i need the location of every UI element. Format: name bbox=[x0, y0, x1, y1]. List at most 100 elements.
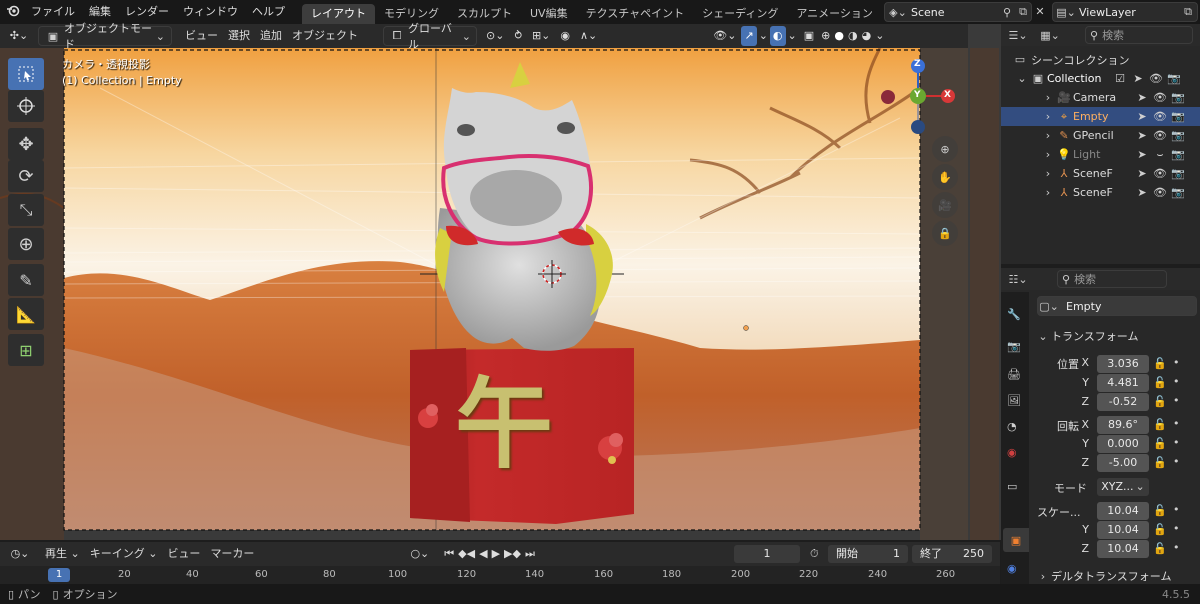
menu-view[interactable]: ビュー bbox=[180, 26, 223, 46]
orientation-dropdown[interactable]: ⧠ グローバル ⌄ bbox=[383, 22, 477, 51]
view-layer-tab-icon[interactable]: 🖼 bbox=[1007, 394, 1021, 407]
current-frame-marker[interactable]: 1 bbox=[48, 568, 70, 582]
lock-icon[interactable]: 🔓 bbox=[1153, 542, 1167, 555]
wireframe-shading-icon[interactable]: ⊕ bbox=[819, 26, 832, 46]
jump-end-icon[interactable]: ⏭ bbox=[523, 544, 537, 564]
start-frame-field[interactable]: 開始 1 bbox=[828, 545, 908, 563]
xray-icon[interactable]: ▣ bbox=[799, 26, 819, 46]
menu-help[interactable]: ヘルプ bbox=[245, 0, 292, 24]
menu-add[interactable]: 追加 bbox=[255, 26, 287, 46]
location-x-field[interactable]: 3.036 bbox=[1097, 355, 1149, 373]
zoom-button[interactable]: ⊕ bbox=[932, 136, 958, 162]
select-toggle-icon[interactable]: ➤ bbox=[1133, 167, 1151, 180]
tool-tab-icon[interactable]: 🔧 bbox=[1007, 308, 1021, 321]
render-camera-icon[interactable]: 📷 bbox=[1169, 91, 1187, 104]
select-toggle-icon[interactable]: ➤ bbox=[1129, 72, 1147, 85]
physics-tab-icon[interactable]: ◉ bbox=[1007, 562, 1017, 575]
proportional-edit-icon[interactable]: ◉ bbox=[555, 26, 575, 46]
scale-tool[interactable]: ⤡ bbox=[8, 194, 44, 226]
expand-icon[interactable]: ⌄ bbox=[1015, 72, 1029, 85]
lock-icon[interactable]: 🔓 bbox=[1153, 504, 1167, 517]
tab-texture-paint[interactable]: テクスチャペイント bbox=[577, 4, 694, 24]
render-tab-icon[interactable]: 📷 bbox=[1007, 340, 1021, 353]
gizmo-dropdown-icon[interactable]: ⌄ bbox=[757, 26, 770, 46]
move-tool[interactable]: ✥ bbox=[8, 128, 44, 160]
outliner-search[interactable]: ⚲ 検索 bbox=[1085, 26, 1193, 44]
add-cube-tool[interactable]: ⊞ bbox=[8, 334, 44, 366]
menu-object[interactable]: オブジェクト bbox=[287, 26, 363, 46]
keyframe-dot-icon[interactable]: • bbox=[1173, 356, 1180, 369]
lock-icon[interactable]: 🔓 bbox=[1153, 418, 1167, 431]
auto-keying-icon[interactable]: ○⌄ bbox=[405, 544, 434, 564]
expand-icon[interactable]: › bbox=[1041, 186, 1055, 199]
scene-collection-row[interactable]: ▭ シーンコレクション bbox=[1001, 50, 1200, 69]
expand-icon[interactable]: › bbox=[1041, 148, 1055, 161]
snap-icon[interactable]: ⥁ bbox=[509, 26, 527, 46]
world-tab-icon[interactable]: ◉ bbox=[1007, 446, 1017, 459]
render-camera-icon[interactable]: 📷 bbox=[1169, 186, 1187, 199]
jump-start-icon[interactable]: ⏮ bbox=[442, 544, 456, 564]
render-camera-icon[interactable]: 📷 bbox=[1169, 129, 1187, 142]
delete-scene-icon[interactable]: ✕ bbox=[1034, 5, 1046, 18]
snap-increment-icon[interactable]: ⊞⌄ bbox=[527, 26, 555, 46]
visibility-icon[interactable]: 👁⌄ bbox=[708, 26, 741, 46]
menu-select[interactable]: 選択 bbox=[223, 26, 255, 46]
location-z-field[interactable]: -0.52 bbox=[1097, 393, 1149, 411]
select-toggle-icon[interactable]: ➤ bbox=[1133, 129, 1151, 142]
keyframe-dot-icon[interactable]: • bbox=[1173, 394, 1180, 407]
overlay-dropdown-icon[interactable]: ⌄ bbox=[786, 26, 799, 46]
area-divider[interactable] bbox=[968, 24, 1001, 540]
select-toggle-icon[interactable]: ➤ bbox=[1133, 148, 1151, 161]
select-box-tool[interactable] bbox=[8, 58, 44, 90]
outliner-item-scene-1[interactable]: › ⅄ SceneF ➤ 👁 📷 bbox=[1001, 164, 1200, 183]
object-tab[interactable]: ▣ bbox=[1003, 528, 1029, 552]
object-name-field[interactable]: ▢⌄ Empty bbox=[1037, 296, 1197, 316]
render-camera-icon[interactable]: 📷 bbox=[1169, 148, 1187, 161]
expand-icon[interactable]: › bbox=[1041, 129, 1055, 142]
play-reverse-icon[interactable]: ◀ bbox=[477, 544, 489, 564]
outliner-item-gpencil[interactable]: › ✎ GPencil ➤ 👁 📷 bbox=[1001, 126, 1200, 145]
camera-view-button[interactable]: 🎥 bbox=[932, 192, 958, 218]
keyframe-dot-icon[interactable]: • bbox=[1173, 455, 1180, 468]
eye-icon[interactable]: 👁 bbox=[1147, 72, 1165, 85]
stopwatch-icon[interactable]: ⏱ bbox=[810, 547, 819, 561]
lock-icon[interactable]: 🔓 bbox=[1153, 376, 1167, 389]
timeline-type-icon[interactable]: ◷⌄ bbox=[0, 544, 40, 564]
scene-selector[interactable]: ◈⌄ Scene ⚲ ⧉ bbox=[884, 2, 1032, 22]
eye-icon[interactable]: 👁 bbox=[1151, 186, 1169, 199]
pivot-icon[interactable]: ⊙⌄ bbox=[481, 26, 509, 46]
outliner-item-scene-2[interactable]: › ⅄ SceneF ➤ 👁 📷 bbox=[1001, 183, 1200, 202]
annotate-tool[interactable]: ✎ bbox=[8, 264, 44, 296]
expand-icon[interactable]: › bbox=[1041, 110, 1055, 123]
collection-row[interactable]: ⌄ ▣ Collection ☑ ➤ 👁 📷 bbox=[1001, 69, 1200, 88]
tab-uv-edit[interactable]: UV編集 bbox=[521, 4, 577, 24]
scale-y-field[interactable]: 10.04 bbox=[1097, 521, 1149, 539]
current-frame-field[interactable]: 1 bbox=[734, 545, 800, 563]
outliner-item-camera[interactable]: › 🎥 Camera ➤ 👁 📷 bbox=[1001, 88, 1200, 107]
select-toggle-icon[interactable]: ➤ bbox=[1133, 110, 1151, 123]
outliner-type-icon[interactable]: ☰⌄ bbox=[1001, 29, 1035, 42]
lock-camera-button[interactable]: 🔒 bbox=[932, 220, 958, 246]
prev-keyframe-icon[interactable]: ◆◀ bbox=[456, 544, 477, 564]
pan-button[interactable]: ✋ bbox=[932, 164, 958, 190]
transform-panel-header[interactable]: ⌄ トランスフォーム bbox=[1035, 326, 1197, 346]
timeline-ruler[interactable]: 1 20 40 60 80 100 120 140 160 180 200 22… bbox=[0, 566, 1000, 584]
display-mode-icon[interactable]: ▦⌄ bbox=[1035, 29, 1065, 42]
lock-icon[interactable]: 🔓 bbox=[1153, 395, 1167, 408]
lock-icon[interactable]: 🔓 bbox=[1153, 437, 1167, 450]
rendered-shading-icon[interactable]: ◕ bbox=[860, 26, 874, 46]
rotation-mode-dropdown[interactable]: XYZ... ⌄ bbox=[1097, 478, 1149, 496]
expand-icon[interactable]: › bbox=[1041, 167, 1055, 180]
outliner-item-empty[interactable]: › ⌖ Empty ➤ 👁 📷 bbox=[1001, 107, 1200, 126]
rotation-x-field[interactable]: 89.6° bbox=[1097, 416, 1149, 434]
keyframe-dot-icon[interactable]: • bbox=[1173, 436, 1180, 449]
delta-transform-header[interactable]: › デルタトランスフォーム bbox=[1035, 568, 1197, 584]
rotate-tool[interactable]: ⟳ bbox=[8, 160, 44, 192]
tab-layout[interactable]: レイアウト bbox=[302, 4, 375, 24]
next-keyframe-icon[interactable]: ▶◆ bbox=[502, 544, 523, 564]
solid-shading-icon[interactable]: ● bbox=[832, 26, 846, 46]
falloff-icon[interactable]: ∧⌄ bbox=[575, 26, 602, 46]
scene-tab-icon[interactable]: ◔ bbox=[1007, 420, 1017, 433]
marker-menu[interactable]: マーカー bbox=[205, 544, 259, 564]
blender-logo-icon[interactable] bbox=[2, 4, 24, 21]
